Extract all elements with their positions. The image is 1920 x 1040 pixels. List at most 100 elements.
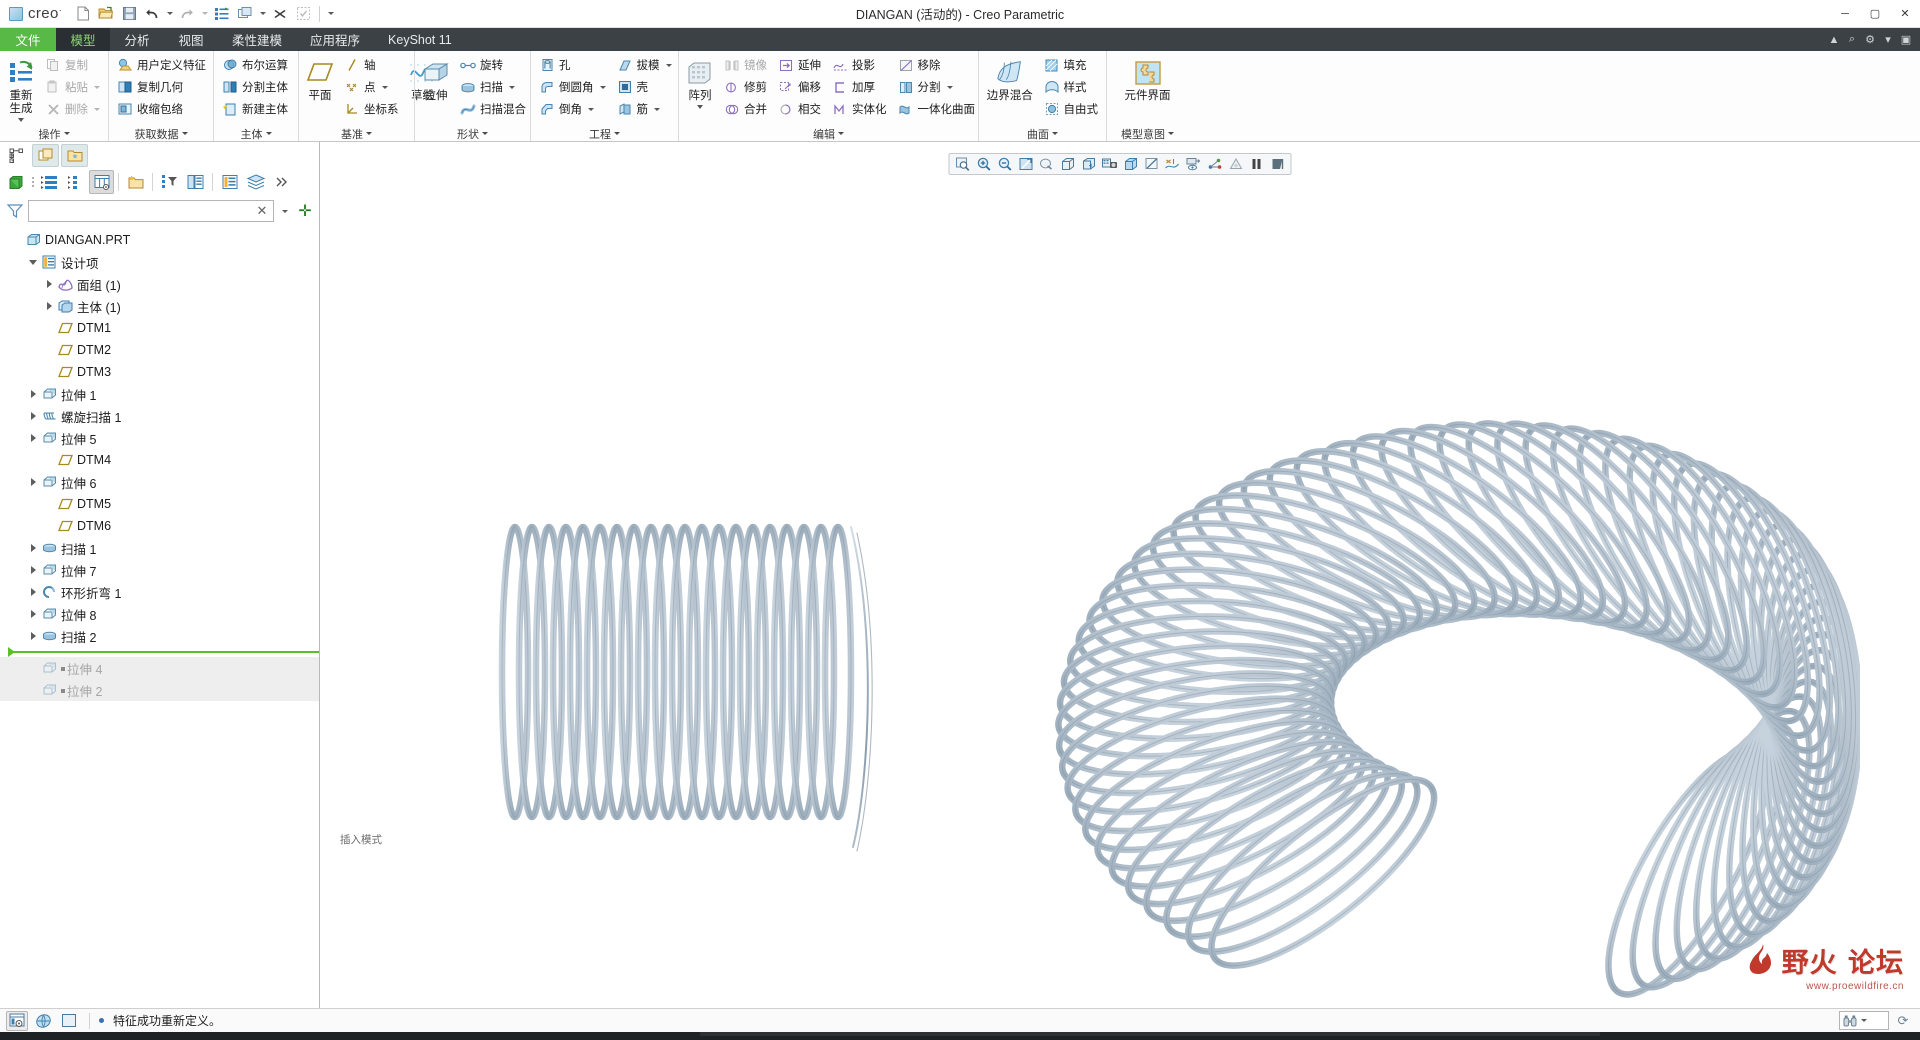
tree-row[interactable]: 螺旋扫描 1 [0, 405, 319, 427]
split-button[interactable]: 分割 [893, 76, 981, 98]
select-items-icon[interactable] [292, 3, 314, 25]
copy-button[interactable]: 复制 [40, 54, 105, 76]
reorient-icon[interactable] [1037, 155, 1057, 173]
add-filter-icon[interactable]: ✛ [296, 200, 314, 222]
draft-button[interactable]: 拔模 [612, 54, 677, 76]
tree-row[interactable]: 拉伸 4 [0, 657, 319, 679]
tree-row[interactable]: 拉伸 7 [0, 559, 319, 581]
perspective-icon[interactable] [1142, 155, 1162, 173]
undo-dropdown-icon[interactable] [164, 3, 175, 25]
help-icon[interactable]: ▣ [1898, 32, 1914, 48]
close-button[interactable]: ✕ [1890, 0, 1920, 28]
boolean-operation-button[interactable]: 布尔运算 [217, 54, 293, 76]
insert-indicator-bar[interactable] [0, 647, 319, 657]
remove-button[interactable]: 移除 [893, 54, 981, 76]
spin-center-icon[interactable] [1205, 155, 1225, 173]
zoom-in-icon[interactable] [974, 155, 994, 173]
regenerate-button[interactable]: 重新生成 [3, 54, 39, 123]
tree-row[interactable]: 扫描 1 [0, 537, 319, 559]
extend-button[interactable]: 延伸 [773, 54, 826, 76]
tree-row[interactable]: DTM4 [0, 449, 319, 471]
tree-row[interactable]: 扫描 2 [0, 625, 319, 647]
ribbon-group-label-shapes[interactable]: 形状 [415, 126, 530, 141]
sweep-dropdown-icon[interactable] [509, 85, 515, 89]
tab-view[interactable]: 视图 [164, 28, 218, 51]
csys-button[interactable]: 坐标系 [339, 98, 404, 120]
tree-display-icon[interactable] [183, 170, 208, 194]
window-switch-icon[interactable] [234, 3, 256, 25]
tree-row[interactable]: 拉伸 8 [0, 603, 319, 625]
selection-filter-icon[interactable] [6, 1010, 28, 1031]
pattern-dropdown-icon[interactable] [697, 105, 703, 109]
rib-dropdown-icon[interactable] [654, 107, 660, 111]
expand-node-icon[interactable] [26, 625, 40, 647]
tab-applications[interactable]: 应用程序 [296, 28, 374, 51]
tree-row[interactable]: DIANGAN.PRT [0, 229, 319, 251]
layer-tree-tab[interactable] [32, 143, 59, 167]
project-button[interactable]: 投影 [827, 54, 892, 76]
folder-browser-tab[interactable] [61, 143, 88, 167]
tree-settings-icon[interactable] [157, 170, 182, 194]
navigator-toggle-icon[interactable] [58, 1011, 80, 1031]
tree-columns-icon[interactable] [89, 170, 114, 194]
minimize-button[interactable]: ─ [1830, 0, 1860, 28]
tree-row[interactable]: DTM6 [0, 515, 319, 537]
new-file-icon[interactable] [72, 3, 94, 25]
tab-keyshot[interactable]: KeyShot 11 [374, 28, 466, 51]
solidify-button[interactable]: 实体化 [827, 98, 892, 120]
customize-qat-icon[interactable] [325, 3, 336, 25]
round-button[interactable]: 倒圆角 [534, 76, 611, 98]
expand-node-icon[interactable] [26, 603, 40, 625]
redo-icon[interactable] [176, 3, 198, 25]
model-tree-tab[interactable] [3, 144, 30, 167]
tab-analysis[interactable]: 分析 [110, 28, 164, 51]
intersect-button[interactable]: 相交 [773, 98, 826, 120]
boundary-blend-button[interactable]: 边界混合 [982, 54, 1038, 104]
delete-button[interactable]: 删除 [40, 98, 105, 120]
expand-node-icon[interactable] [26, 383, 40, 405]
tree-row[interactable]: 主体 (1) [0, 295, 319, 317]
view-capture-icon[interactable] [1100, 155, 1120, 173]
round-dropdown-icon[interactable] [599, 85, 606, 89]
expand-node-icon[interactable] [42, 295, 56, 317]
plane-button[interactable]: 平面 [302, 54, 338, 104]
collapse-ribbon-icon[interactable]: ▲ [1826, 32, 1842, 48]
chamfer-button[interactable]: 倒角 [534, 98, 611, 120]
tab-model[interactable]: 模型 [56, 28, 110, 51]
point-button[interactable]: 点 [339, 76, 404, 98]
extrude-button[interactable]: 拉伸 [418, 54, 454, 104]
tree-row[interactable]: 拉伸 5 [0, 427, 319, 449]
ribbon-group-label-get-data[interactable]: 获取数据 [109, 126, 213, 141]
pause-icon[interactable] [1247, 155, 1267, 173]
minimize-ribbon-icon[interactable]: ▾ [1880, 32, 1896, 48]
smart-filter-combo[interactable] [1839, 1011, 1889, 1030]
style-button[interactable]: 样式 [1039, 76, 1104, 98]
tree-row[interactable]: 环形折弯 1 [0, 581, 319, 603]
expand-node-icon[interactable] [26, 427, 40, 449]
fullscreen-icon[interactable] [1268, 155, 1288, 173]
hole-button[interactable]: 孔 [534, 54, 611, 76]
expand-node-icon[interactable] [26, 405, 40, 427]
graphics-window[interactable]: 插入模式 野火 论坛 www.proewildfire.cn [320, 142, 1920, 1008]
ribbon-group-label-engineering[interactable]: 工程 [531, 126, 678, 141]
paste-button[interactable]: 粘贴 [40, 76, 105, 98]
view-manager-icon[interactable] [1079, 155, 1099, 173]
expand-node-icon[interactable] [26, 471, 40, 493]
collapse-all-icon[interactable] [63, 170, 88, 194]
window-dropdown-icon[interactable] [257, 3, 268, 25]
save-icon[interactable] [118, 3, 140, 25]
layers-icon[interactable] [243, 170, 268, 194]
ribbon-group-label-surfaces[interactable]: 曲面 [979, 126, 1106, 141]
tree-search-box[interactable]: ✕ [28, 200, 274, 222]
appearance-icon[interactable] [1226, 155, 1246, 173]
zoom-out-icon[interactable] [995, 155, 1015, 173]
regenerate-dropdown-icon[interactable] [18, 118, 24, 122]
component-interface-button[interactable]: 元件界面 [1117, 54, 1179, 104]
saved-views-icon[interactable] [1058, 155, 1078, 173]
split-dropdown-icon[interactable] [946, 85, 953, 89]
expand-node-icon[interactable] [42, 273, 56, 295]
refit-icon[interactable] [1016, 155, 1036, 173]
tree-row[interactable]: DTM2 [0, 339, 319, 361]
toolbar-drag-handle[interactable] [29, 170, 36, 194]
expand-all-icon[interactable] [37, 170, 62, 194]
